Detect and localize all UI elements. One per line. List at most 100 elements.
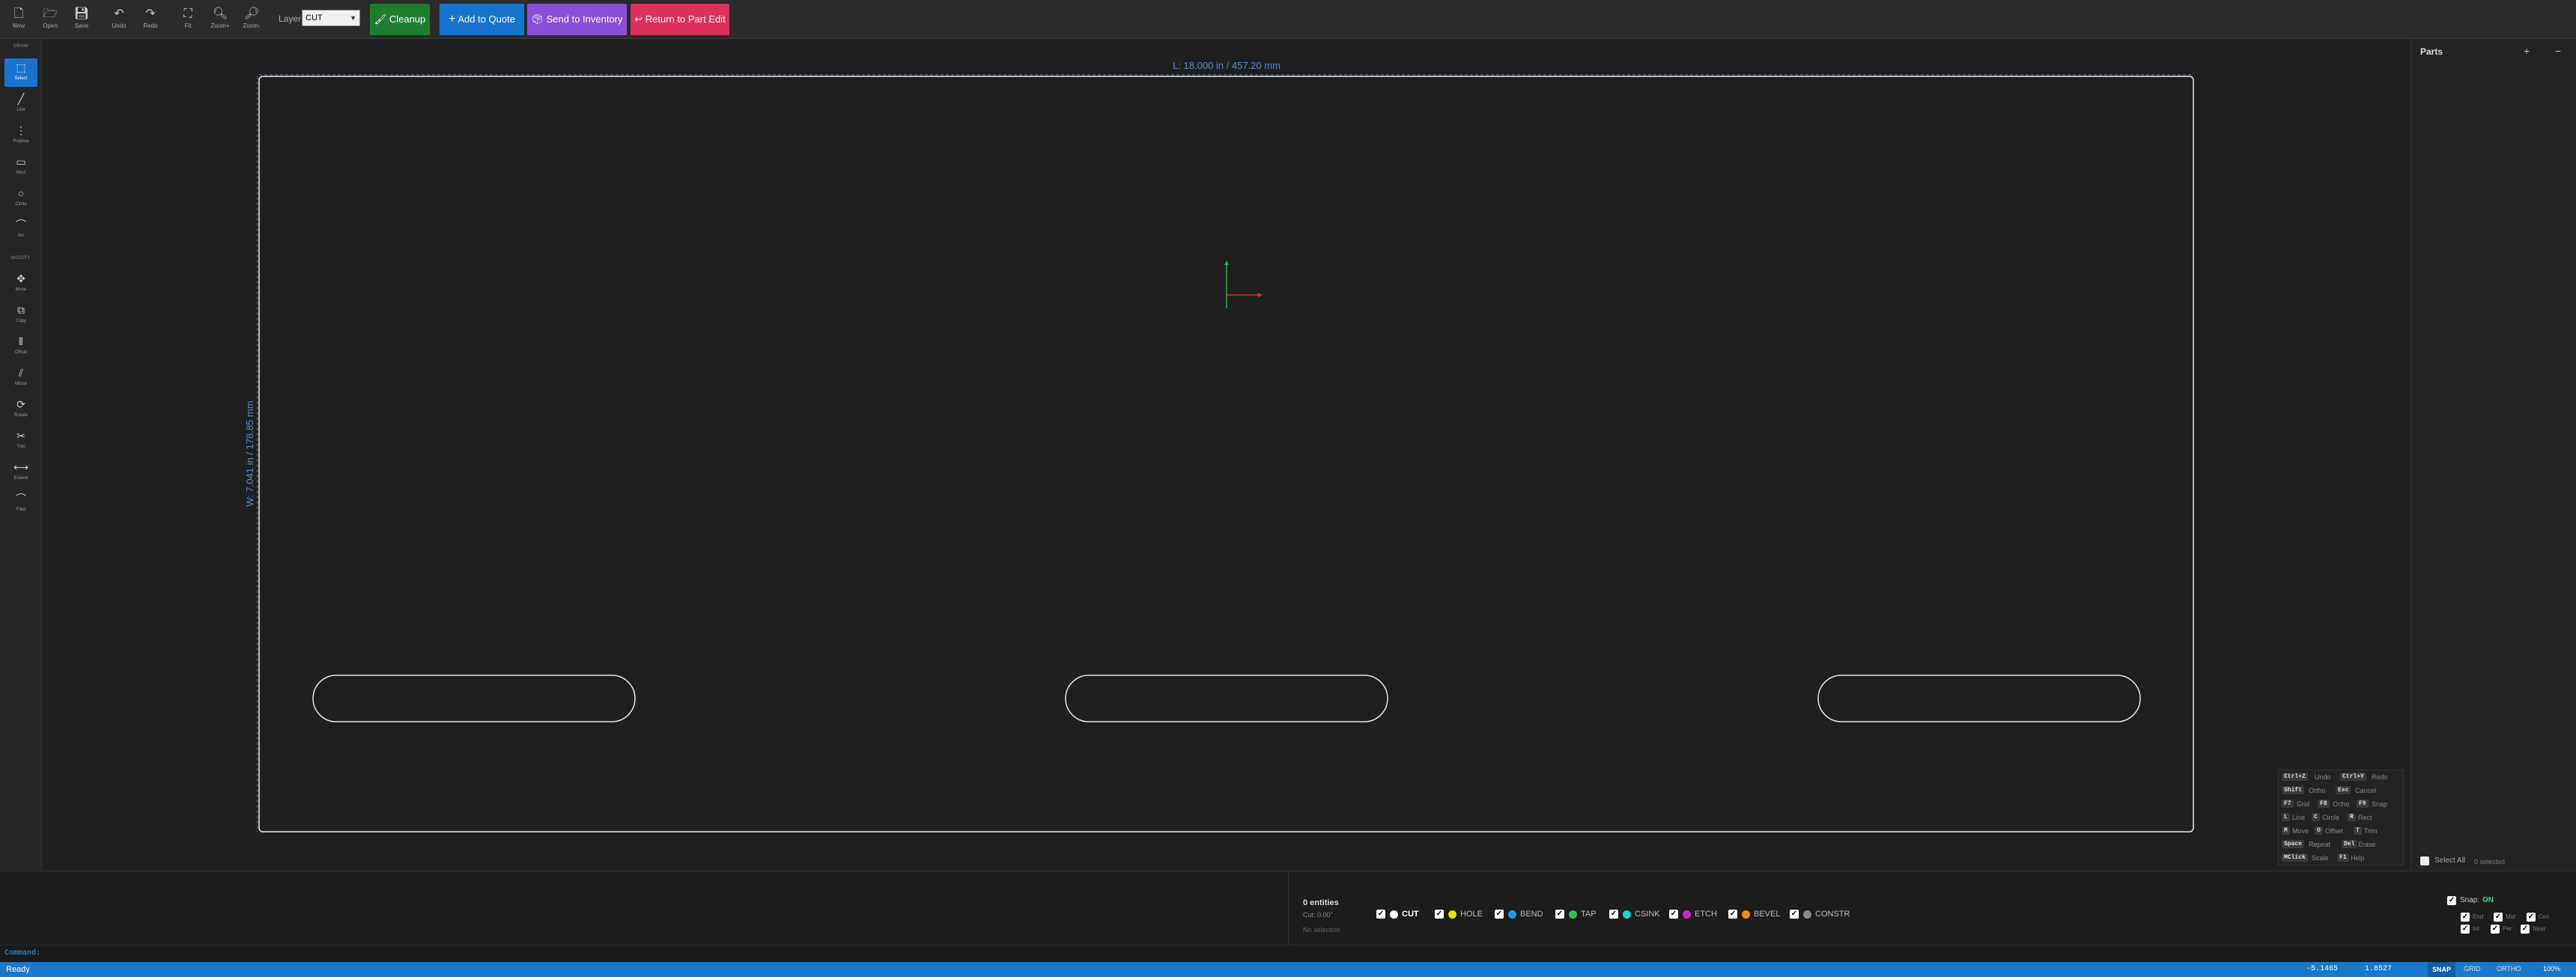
layer-csink-checkbox[interactable]: ✓ [1609,910,1618,919]
chevron-down-icon: ▼ [350,14,356,22]
layer-hole-swatch [1448,910,1456,919]
layer-hole-label: HOLE [1460,910,1483,919]
add-to-quote-button[interactable]: + Add to Quote [440,4,524,35]
layer-tap-checkbox[interactable]: ✓ [1555,910,1564,919]
tool-copy[interactable]: ⧉ Copy [4,301,37,329]
save-icon: 💾︎ [73,7,90,20]
slot-center[interactable] [1065,675,1388,722]
grid-toggle[interactable]: GRID [2464,965,2481,973]
shortcut-desc: Grid [2297,800,2310,808]
cleanup-button[interactable]: 🖌︎ Cleanup [370,4,430,35]
plus-icon: + [449,13,456,25]
tool-mirror[interactable]: ⫽ Mirror [4,364,37,392]
snap-end-label: End [2473,913,2484,920]
select-icon: ⬚ [16,61,26,73]
snap-int-checkbox[interactable]: ✓ [2461,925,2470,934]
shortcut-key: F1 [2337,853,2349,862]
save-button[interactable]: 💾︎ Save [67,6,97,34]
slot-left[interactable] [312,675,636,722]
send-to-inventory-button[interactable]: 📦︎ Send to Inventory [527,4,627,35]
layer-csink-label: CSINK [1635,910,1660,919]
entity-count: 0 entities [1303,898,1339,907]
open-button[interactable]: 🗁 Open [35,6,65,34]
tool-circle[interactable]: ○ Circle [4,184,37,213]
shortcut-key: T [2354,827,2362,835]
part-outline[interactable] [258,76,2194,833]
shortcut-desc: Redo [2372,773,2388,781]
layer-tap-swatch [1569,910,1577,919]
shortcut-desc: Trim [2364,827,2378,835]
tool-trim[interactable]: ✂ Trim [4,427,37,455]
snap-per-label: Per [2503,925,2512,932]
layer-hole-checkbox[interactable]: ✓ [1435,910,1444,919]
arc-icon: ⌒ [16,219,26,231]
tool-extend[interactable]: ⟷ Extend [4,458,37,487]
parts-title: Parts [2420,46,2443,57]
return-to-part-edit-button[interactable]: ↩ Return to Part Edit [631,4,729,35]
tool-fillet[interactable]: ⌒ Fillet [4,490,37,518]
snap-checkbox[interactable]: ✓ [2447,896,2456,905]
layer-cut-checkbox[interactable]: ✓ [1376,910,1385,919]
layer-etch-checkbox[interactable]: ✓ [1669,910,1678,919]
shortcut-key: C [2312,813,2320,821]
tool-rect[interactable]: ▭ Rect [4,153,37,181]
tool-polyline[interactable]: ⋮ Polyline [4,121,37,150]
circle-icon: ○ [17,187,25,199]
tool-move[interactable]: ✥ Move [4,270,37,298]
box-icon: 📦︎ [531,13,544,25]
zoom-in-button[interactable]: 🔍︎ Zoom+ [205,6,235,34]
remove-part-button[interactable]: − [2555,45,2561,57]
redo-button[interactable]: ↷ Redo [136,6,165,34]
tool-rotate[interactable]: ⟳ Rotate [4,395,37,424]
width-dimension-label: W: 7.041 in / 178.85 mm [244,401,255,506]
layer-constr-checkbox[interactable]: ✓ [1790,910,1799,919]
slot-right[interactable] [1817,675,2141,722]
snap-end-checkbox[interactable]: ✓ [2461,913,2470,922]
layer-cut-swatch [1390,910,1398,919]
extend-icon: ⟷ [13,461,29,473]
shortcut-key: Del [2342,840,2357,848]
tool-line[interactable]: ╱ Line [4,90,37,118]
drawing-canvas[interactable]: L: 18.000 in / 457.20 mm W: 7.041 in / 1… [42,39,2410,870]
tool-arc[interactable]: ⌒ Arc [4,216,37,244]
scissors-icon: ✂ [16,430,25,442]
add-part-button[interactable]: + [2524,45,2530,57]
shortcut-key: Shift [2282,786,2305,794]
snap-near-checkbox[interactable]: ✓ [2521,925,2530,934]
new-button[interactable]: 🗋 New [4,6,34,34]
shortcut-key: F7 [2282,800,2294,808]
snap-near-label: Near [2533,925,2546,932]
snap-label: Snap: [2460,896,2480,904]
layer-select[interactable]: CUT ▼ [302,10,360,26]
snap-mid-checkbox[interactable]: ✓ [2494,913,2503,922]
shortcut-key: L [2282,813,2290,821]
select-all-checkbox[interactable] [2420,856,2429,865]
shortcut-desc: Circle [2322,814,2340,821]
snap-cen-checkbox[interactable]: ✓ [2527,913,2536,922]
redo-icon: ↷ [145,7,156,20]
command-line[interactable]: Command: [0,945,2576,961]
shortcut-desc: Erase [2358,841,2376,848]
layer-select-value: CUT [306,13,323,22]
shortcut-key: M [2282,827,2290,835]
offset-icon: ⫴ [19,335,23,347]
snap-toggle[interactable]: SNAP [2428,962,2456,977]
zoom-out-icon: 🔎︎ [243,7,260,20]
shortcut-desc: Offset [2325,827,2343,835]
zoom-out-button[interactable]: 🔎︎ Zoom- [237,6,267,34]
snap-int-label: Int [2473,925,2479,932]
tool-offset[interactable]: ⫴ Offset [4,332,37,361]
tool-select[interactable]: ⬚ Select [4,58,37,87]
layer-tap-label: TAP [1581,910,1597,919]
snap-per-checkbox[interactable]: ✓ [2491,925,2500,934]
cut-length: Cut: 0.00" [1303,911,1333,919]
selected-count: 0 selected [2474,858,2506,865]
ortho-toggle[interactable]: ORTHO [2497,965,2521,973]
undo-button[interactable]: ↶ Undo [104,6,134,34]
layer-bevel-checkbox[interactable]: ✓ [1728,910,1737,919]
layer-bend-checkbox[interactable]: ✓ [1495,910,1504,919]
draw-section-label: DRAW [13,44,29,49]
fit-icon: ⛶ [183,7,192,20]
shortcut-desc: Rect [2358,814,2372,821]
fit-button[interactable]: ⛶ Fit [173,6,203,34]
